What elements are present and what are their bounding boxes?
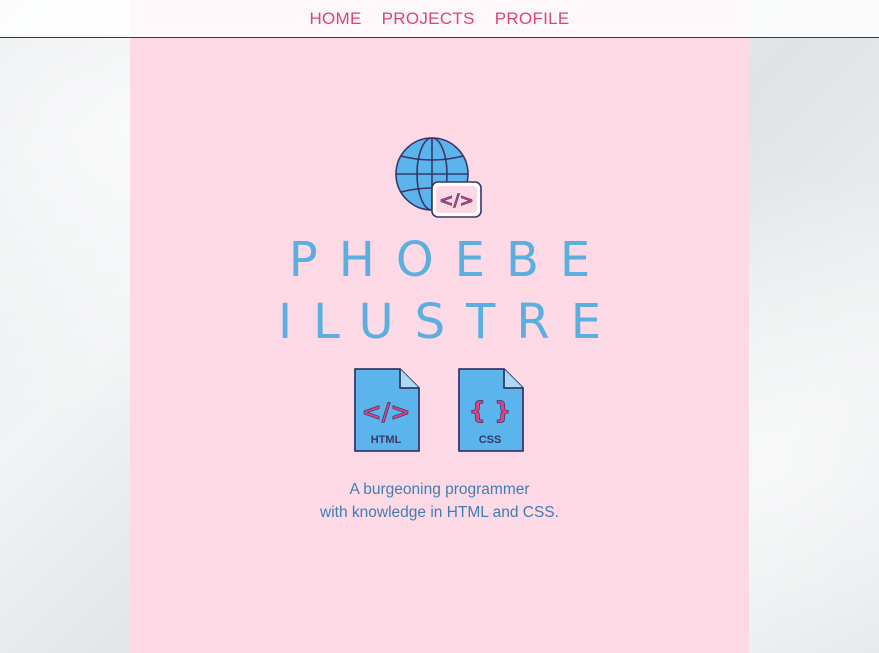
svg-text:CSS: CSS	[479, 434, 502, 446]
nav-projects-link[interactable]: PROJECTS	[382, 9, 475, 29]
nav-profile-link[interactable]: PROFILE	[495, 9, 570, 29]
html-file-icon: </> HTML	[354, 368, 420, 452]
top-navbar: HOME PROJECTS PROFILE	[0, 0, 879, 38]
svg-text:{ }: { }	[469, 397, 512, 425]
globe-code-icon: </>	[395, 137, 482, 218]
tagline-line-2: with knowledge in HTML and CSS.	[320, 504, 559, 521]
hero-content: </> PHOEBE ILUSTRE </> HTML { } CSS A bu…	[130, 0, 749, 653]
svg-text:</>: </>	[362, 398, 411, 426]
hero-first-name: PHOEBE	[288, 232, 612, 288]
hero-last-name: ILUSTRE	[277, 294, 623, 350]
tagline-line-1: A burgeoning programmer	[349, 481, 530, 498]
svg-text:HTML: HTML	[371, 434, 402, 446]
hero-tagline: A burgeoning programmer with knowledge i…	[130, 478, 749, 524]
nav-home-link[interactable]: HOME	[309, 9, 361, 29]
svg-text:</>: </>	[439, 191, 474, 211]
css-file-icon: { } CSS	[458, 368, 524, 452]
